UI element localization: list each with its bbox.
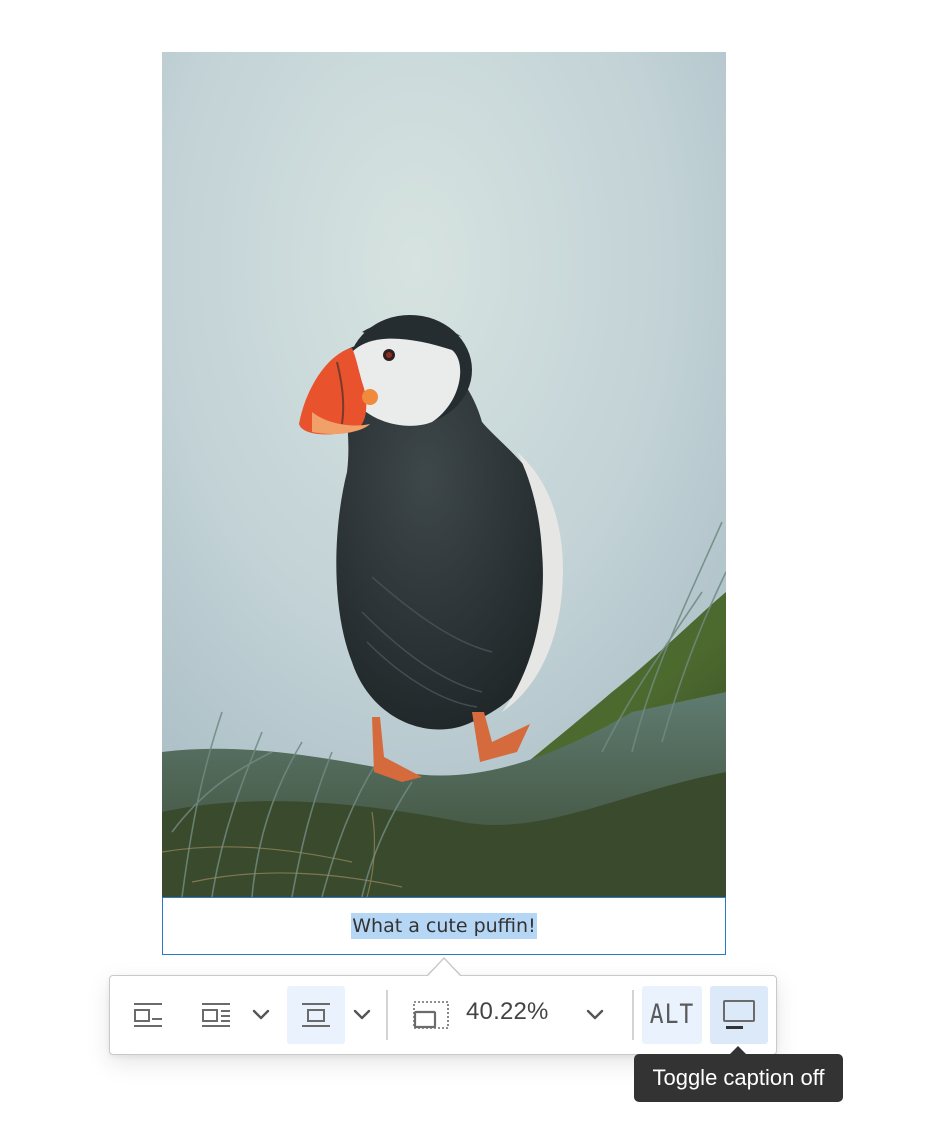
image-centered-icon — [302, 1003, 330, 1027]
image-inline-left-icon — [134, 1003, 162, 1027]
chevron-down-icon — [586, 1009, 604, 1020]
alt-text-icon: ALT — [649, 1000, 695, 1030]
toggle-caption-button[interactable] — [710, 986, 768, 1044]
tooltip-pointer — [730, 1046, 746, 1054]
resize-image-button[interactable] — [408, 986, 454, 1044]
resize-dropdown[interactable] — [580, 986, 610, 1044]
wrap-text-dropdown[interactable] — [246, 986, 276, 1044]
resize-value[interactable]: 40.22% — [466, 998, 549, 1026]
chevron-down-icon — [353, 1009, 371, 1020]
wrap-text-left-button[interactable] — [126, 986, 170, 1044]
chevron-down-icon — [252, 1009, 270, 1020]
image-balloon-toolbar: 40.22% ALT — [109, 975, 777, 1055]
puffin-image[interactable] — [162, 52, 726, 897]
resize-image-icon — [413, 1001, 449, 1029]
toolbar-separator — [386, 990, 388, 1040]
caption-text[interactable]: What a cute puffin! — [351, 913, 537, 939]
break-text-centered-button[interactable] — [287, 986, 345, 1044]
caption-icon — [723, 1000, 755, 1029]
toolbar-separator — [632, 990, 634, 1040]
image-caption[interactable]: What a cute puffin! — [162, 897, 726, 955]
alt-text-button[interactable]: ALT — [642, 986, 702, 1044]
wrap-text-right-button[interactable] — [194, 986, 238, 1044]
image-inline-right-icon — [202, 1003, 230, 1027]
toolbar-pointer-inner — [428, 959, 460, 976]
break-text-dropdown[interactable] — [347, 986, 377, 1044]
puffin-photo-illustration — [162, 52, 726, 897]
toggle-caption-tooltip: Toggle caption off — [634, 1054, 843, 1102]
